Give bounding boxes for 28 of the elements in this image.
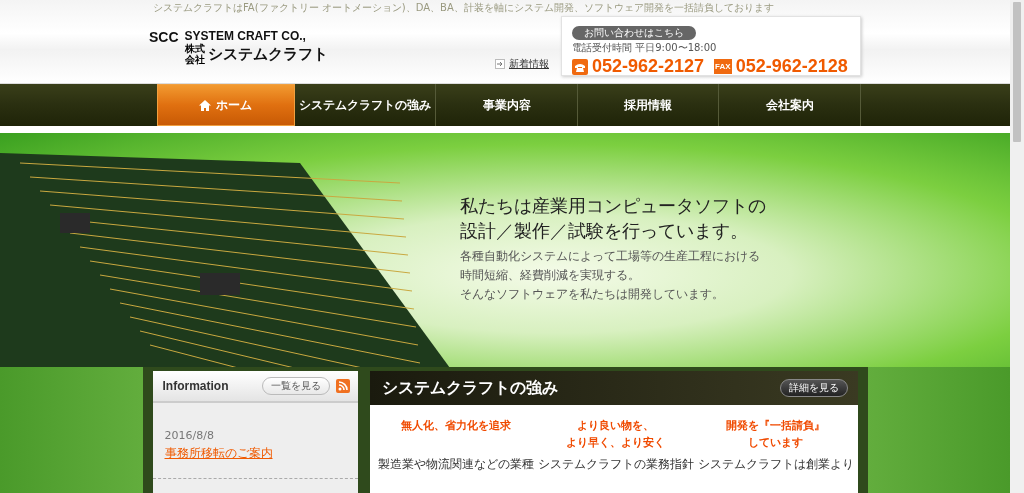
arrow-icon [495, 59, 505, 69]
strength-text: システムクラフトの業務指針 [537, 457, 694, 472]
nav-tab[interactable]: 会社案内 [719, 84, 861, 126]
hero-headline: 私たちは産業用コンピュータソフトの 設計／製作／試験を行っています。 [460, 194, 766, 243]
home-icon [199, 99, 212, 111]
strength-heading: 開発を『一括請負』 しています [726, 418, 825, 451]
panel-title: システムクラフトの強み [381, 377, 558, 399]
strength-heading: より良い物を、 より早く、より安く [566, 418, 665, 451]
news-link[interactable]: 新着情報 [509, 57, 549, 71]
strength-heading: 無人化、省力化を追求 [400, 418, 511, 434]
phone-hours: 電話受付時間 平日9:00〜18:00 [572, 41, 718, 55]
nav-tab[interactable]: システムクラフトの強み [294, 84, 437, 126]
nav-tab[interactable]: 事業内容 [436, 84, 578, 126]
news-date: 2016/8/8 [164, 429, 215, 442]
fax-label: FAX [714, 59, 732, 74]
panel-title: Information [162, 379, 230, 393]
tagline: システムクラフトはFA(ファクトリー オートメーション)、DA、BA、計装を軸にシステム開発、ソフトウェア開発を一括請負しております [153, 1, 774, 15]
strength-text: システムクラフトは創業より [697, 457, 854, 472]
scrollbar-thumb[interactable] [1013, 2, 1021, 142]
rss-icon[interactable] [335, 379, 350, 393]
details-button[interactable]: 詳細を見る [779, 379, 848, 397]
strength-text: 製造業や物流関連などの業種 [377, 457, 534, 472]
view-list-button[interactable]: 一覧を見る [261, 377, 330, 395]
fax-number: 052-962-2128 [735, 56, 848, 77]
nav-tab[interactable]: 採用情報 [577, 84, 720, 126]
contact-badge: お問い合わせはこちら [572, 26, 696, 40]
phone-number: 052-962-2127 [592, 56, 705, 77]
hero-description: 各種自動化システムによって工場等の生産工程における 時間短縮、経費削減を実現する。 そんなソフトウェアを私たちは開発しています。 [460, 248, 761, 303]
